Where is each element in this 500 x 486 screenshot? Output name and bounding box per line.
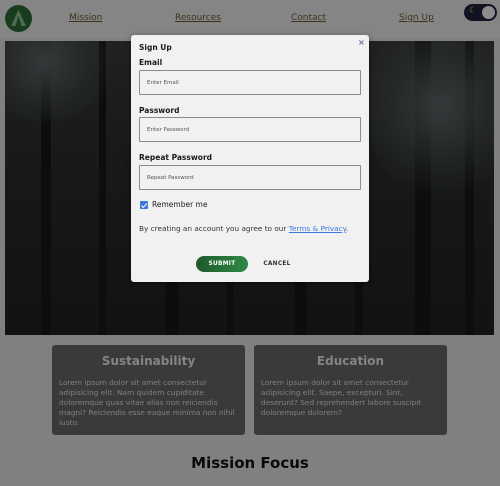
modal-title: Sign Up [139,43,172,52]
remember-label: Remember me [152,200,208,209]
close-icon[interactable]: × [358,39,365,47]
email-field[interactable] [139,70,361,95]
email-label: Email [139,58,163,67]
password-field[interactable] [139,117,361,142]
terms-link[interactable]: Terms & Privacy [289,224,346,233]
repeat-password-label: Repeat Password [139,153,213,162]
cancel-button[interactable]: CANCEL [252,256,302,272]
remember-checkbox[interactable] [140,201,148,209]
submit-button[interactable]: SUBMIT [196,256,248,272]
password-label: Password [139,106,180,115]
terms-text: By creating an account you agree to our … [139,224,354,234]
terms-prefix: By creating an account you agree to our [139,224,289,233]
terms-suffix: . [345,224,349,233]
sign-up-modal: Sign Up × Email Password Repeat Password… [131,35,369,282]
repeat-password-field[interactable] [139,165,361,190]
